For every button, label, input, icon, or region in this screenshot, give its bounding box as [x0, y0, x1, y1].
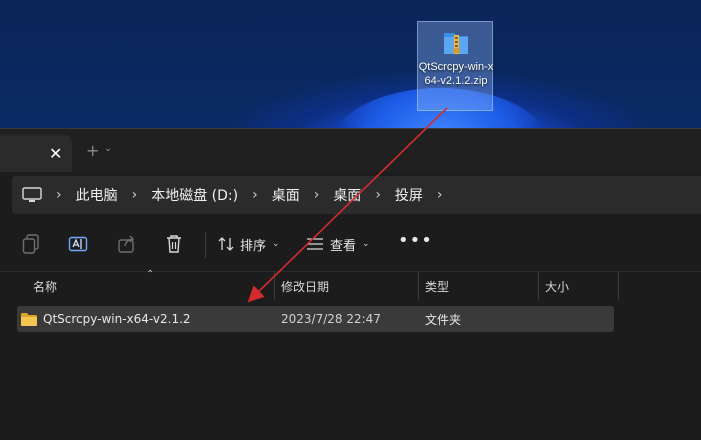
view-list-icon — [307, 238, 323, 250]
file-type: 文件夹 — [425, 312, 462, 327]
sort-button[interactable]: 排序 ⌄ — [218, 232, 280, 256]
column-modified[interactable]: 修改日期 — [281, 272, 329, 300]
desktop-icon-label: QtScrcpy-win-x64-v2.1.2.zip — [418, 61, 494, 87]
computer-icon[interactable] — [22, 187, 42, 203]
tab-list-chevron-icon[interactable]: ⌄ — [104, 143, 112, 154]
more-options-button[interactable]: ••• — [398, 230, 433, 251]
breadcrumb-local-disk-d[interactable]: 本地磁盘 (D:) — [151, 185, 238, 205]
delete-button[interactable] — [165, 232, 183, 256]
chevron-down-icon: ⌄ — [362, 239, 370, 249]
file-modified: 2023/7/28 22:47 — [281, 312, 381, 326]
chevron-down-icon: ⌄ — [272, 239, 280, 249]
sort-icon — [218, 237, 234, 251]
column-type[interactable]: 类型 — [425, 272, 449, 300]
rename-icon — [68, 236, 88, 252]
breadcrumb-separator[interactable]: › — [132, 187, 138, 203]
close-tab-icon[interactable]: ✕ — [49, 144, 62, 163]
breadcrumb-separator[interactable]: › — [56, 187, 62, 203]
column-name[interactable]: 名称 — [33, 272, 57, 300]
breadcrumb-separator[interactable]: › — [375, 187, 381, 203]
breadcrumb-desktop[interactable]: 桌面 — [272, 185, 300, 205]
copy-button[interactable] — [22, 232, 40, 256]
breadcrumb: › 此电脑 › 本地磁盘 (D:) › 桌面 › 桌面 › 投屏 › — [12, 176, 457, 214]
file-explorer-window: ✕ + ⌄ › 此电脑 › 本地磁盘 (D:) › 桌面 › 桌面 › 投屏 › — [0, 128, 701, 440]
column-separator[interactable] — [618, 272, 619, 300]
desktop-zip-file[interactable]: QtScrcpy-win-x64-v2.1.2.zip — [417, 21, 493, 111]
tab-current[interactable]: ✕ — [0, 135, 72, 172]
file-name-cell: QtScrcpy-win-x64-v2.1.2 — [21, 306, 191, 332]
trash-icon — [167, 235, 181, 253]
zip-archive-icon — [444, 33, 468, 54]
file-name: QtScrcpy-win-x64-v2.1.2 — [43, 312, 191, 326]
tab-bar: ✕ + ⌄ — [0, 129, 701, 172]
table-row[interactable]: QtScrcpy-win-x64-v2.1.2 2023/7/28 22:47 … — [17, 306, 614, 332]
column-separator[interactable] — [274, 272, 275, 300]
column-separator[interactable] — [418, 272, 419, 300]
new-tab-button[interactable]: + — [86, 141, 99, 160]
address-bar[interactable]: › 此电脑 › 本地磁盘 (D:) › 桌面 › 桌面 › 投屏 › — [12, 176, 701, 214]
sort-ascending-icon: ⌃ — [146, 269, 155, 280]
sort-label: 排序 — [240, 238, 267, 254]
breadcrumb-separator[interactable]: › — [314, 187, 320, 203]
breadcrumb-desktop-2[interactable]: 桌面 — [333, 185, 361, 205]
share-button[interactable] — [117, 232, 137, 256]
view-label: 查看 — [330, 238, 357, 254]
breadcrumb-toupin[interactable]: 投屏 — [395, 185, 423, 205]
folder-icon — [21, 312, 37, 326]
breadcrumb-this-pc[interactable]: 此电脑 — [76, 185, 118, 205]
column-separator[interactable] — [538, 272, 539, 300]
share-icon — [118, 235, 134, 253]
command-bar: 排序 ⌄ 查看 ⌄ ••• — [0, 222, 701, 266]
view-button[interactable]: 查看 ⌄ — [306, 232, 370, 256]
breadcrumb-separator[interactable]: › — [437, 187, 443, 203]
column-headers: ⌃ 名称 修改日期 类型 大小 — [0, 269, 701, 300]
rename-button[interactable] — [68, 232, 88, 256]
breadcrumb-separator[interactable]: › — [252, 187, 258, 203]
toolbar-divider — [205, 232, 206, 258]
column-size[interactable]: 大小 — [545, 272, 569, 300]
copy-icon — [22, 234, 39, 254]
